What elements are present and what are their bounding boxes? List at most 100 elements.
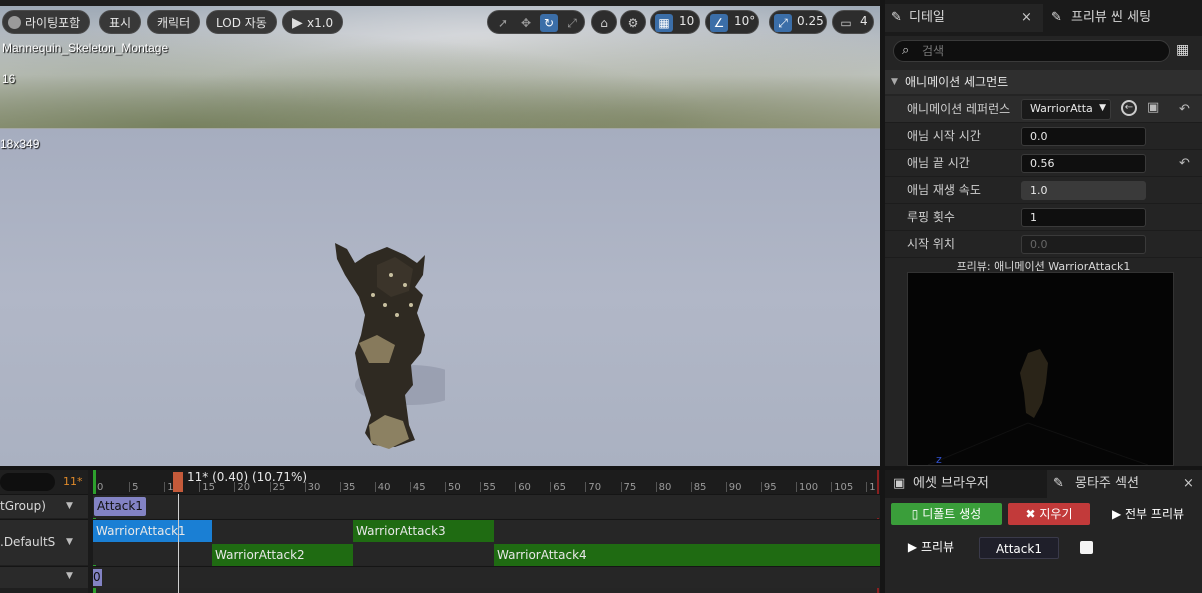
slot-track[interactable]: WarriorAttack1 WarriorAttack3 WarriorAtt… — [93, 519, 880, 566]
ruler-tick — [480, 482, 482, 492]
track-row-default-slot[interactable]: .DefaultS ▼ — [0, 519, 88, 565]
clear-button[interactable]: ✖ 지우기 — [1008, 503, 1090, 525]
section-title: 애니메이션 세그먼트 — [905, 75, 1009, 89]
rotation-value: 10° — [734, 14, 756, 28]
lod-label: LOD 자동 — [216, 16, 267, 30]
search-input[interactable]: ⌕ 검색 — [893, 40, 1170, 62]
viewport[interactable]: 라이팅포함 표시 캐릭터 LOD 자동 ▶ x1.0 ➚ ✥ ↻ ⤢ ⌂ ⚙ ▦… — [0, 0, 880, 466]
preview-button[interactable]: ▶ 프리뷰 — [901, 536, 961, 558]
camera-value: 4 — [860, 14, 868, 28]
prop-label: 루핑 횟수 — [907, 210, 955, 224]
loop-count-input[interactable]: 1 — [1021, 208, 1146, 227]
character-label: 캐릭터 — [157, 16, 191, 30]
view-options-icon[interactable]: ▦ — [1176, 42, 1189, 58]
timeline-tracks[interactable]: 0510152025303540455055606570758085909510… — [93, 470, 880, 593]
preview-all-button[interactable]: ▶ 전부 프리뷰 — [1105, 503, 1191, 525]
reset-icon[interactable]: ↶ — [1179, 102, 1190, 117]
section-checkbox[interactable] — [1080, 541, 1093, 554]
show-label: 표시 — [109, 16, 132, 30]
scale-snap[interactable]: ⤢ 0.25 — [769, 10, 827, 34]
playhead-handle[interactable] — [173, 472, 183, 492]
frame-text: 16 — [2, 72, 16, 86]
asset-browser-icon: ▣ — [893, 476, 906, 491]
reset-icon[interactable]: ↶ — [1179, 156, 1190, 171]
clip-warrior-attack1[interactable]: WarriorAttack1 — [93, 520, 212, 542]
ruler-tick — [550, 482, 552, 492]
browse-folder-icon[interactable]: ▣ — [1147, 100, 1159, 115]
tab-preview-scene[interactable]: ✎ 프리뷰 씬 세팅 — [1047, 4, 1202, 32]
section-header[interactable]: ▼ 애니메이션 세그먼트 — [885, 70, 1202, 94]
grid-snap[interactable]: ▦ 10 — [650, 10, 700, 34]
lighting-label: 라이팅포함 — [25, 16, 81, 30]
surface-snap-toggle[interactable]: ⚙ — [620, 10, 646, 34]
ruler-tick — [585, 482, 587, 492]
show-button[interactable]: 표시 — [99, 10, 142, 34]
track-label: tGroup) — [0, 499, 46, 513]
track-search-input[interactable] — [0, 473, 55, 491]
clip-warrior-attack2[interactable]: WarriorAttack2 — [212, 544, 353, 566]
ruler-tick — [409, 482, 411, 492]
section-track[interactable]: Attack1 — [93, 494, 880, 518]
world-local-toggle[interactable]: ⌂ — [591, 10, 617, 34]
section-clip-attack1[interactable]: Attack1 — [94, 497, 146, 516]
character-model[interactable] — [325, 235, 445, 455]
preview-label: 프리뷰 — [920, 540, 955, 554]
prop-row-start-time: 애님 시작 시간 0.0 — [885, 123, 1202, 150]
chevron-down-icon[interactable]: ▼ — [66, 537, 73, 547]
ruler-tick — [866, 482, 868, 492]
clip-warrior-attack4[interactable]: WarriorAttack4 — [494, 544, 880, 566]
play-speed-label: x1.0 — [307, 16, 334, 30]
character-button[interactable]: 캐릭터 — [147, 10, 201, 34]
end-time-input[interactable]: 0.56 — [1021, 154, 1146, 173]
frame-counter: 11* — [63, 475, 83, 488]
playhead-label: 11* (0.40) (10.71%) — [187, 470, 308, 484]
rotate-icon[interactable]: ↻ — [540, 14, 558, 32]
ruler-tick — [339, 482, 341, 492]
collapse-arrow-icon: ▼ — [891, 77, 898, 87]
ruler-tick — [129, 482, 131, 492]
tab-details[interactable]: ✎ 디테일 × — [885, 4, 1043, 32]
playhead-line — [178, 494, 179, 593]
section-name-button[interactable]: Attack1 — [979, 537, 1059, 559]
tab-asset-browser-label: 에셋 브라우저 — [913, 476, 989, 491]
scale-icon[interactable]: ⤢ — [563, 14, 581, 32]
tab-montage-sections[interactable]: ✎ 몽타주 섹션 × — [1047, 470, 1202, 498]
search-icon: ⌕ — [902, 43, 910, 58]
tab-details-label: 디테일 — [909, 10, 945, 25]
animation-preview[interactable]: z — [907, 272, 1174, 466]
asset-name-text: Mannequin_Skeleton_Montage — [2, 41, 169, 55]
start-time-input[interactable]: 0.0 — [1021, 127, 1146, 146]
chevron-down-icon[interactable]: ▼ — [66, 501, 73, 511]
create-default-button[interactable]: ▯ 디폴트 생성 — [891, 503, 1002, 525]
track-row-notifies[interactable]: ▼ — [0, 566, 88, 588]
clip-warrior-attack3[interactable]: WarriorAttack3 — [353, 520, 494, 542]
close-icon[interactable]: × — [1183, 470, 1194, 498]
ruler-tick-label: 55 — [483, 482, 496, 493]
notify-marker[interactable]: 0 — [93, 569, 102, 586]
anim-reference-dropdown[interactable]: WarriorAtta ▼ — [1021, 99, 1111, 120]
play-rate-input[interactable]: 1.0 — [1021, 181, 1146, 200]
pencil-icon: ✎ — [1053, 476, 1064, 491]
use-selected-icon[interactable]: ← — [1121, 100, 1137, 116]
prop-label: 애님 시작 시간 — [907, 129, 981, 143]
ruler-tick — [374, 482, 376, 492]
notify-track[interactable]: 0 — [93, 566, 880, 588]
move-icon[interactable]: ✥ — [517, 14, 535, 32]
select-icon[interactable]: ➚ — [494, 14, 512, 32]
lighting-button[interactable]: 라이팅포함 — [2, 10, 91, 34]
ruler-tick-label: 35 — [342, 482, 356, 493]
lod-button[interactable]: LOD 자동 — [206, 10, 277, 34]
pencil-icon: ✎ — [891, 10, 902, 25]
details-panel: ✎ 디테일 × ✎ 프리뷰 씬 세팅 ⌕ 검색 ▦ ▼ 애니메이션 세그먼트 애… — [885, 0, 1202, 466]
clear-label: 지우기 — [1039, 507, 1073, 521]
track-row-montage-group[interactable]: tGroup) ▼ — [0, 494, 88, 518]
prop-label: 애님 끝 시간 — [907, 156, 970, 170]
close-icon[interactable]: × — [1021, 4, 1032, 32]
play-speed-button[interactable]: ▶ x1.0 — [282, 10, 344, 34]
rotation-snap[interactable]: ∠ 10° — [705, 10, 759, 34]
chevron-down-icon[interactable]: ▼ — [66, 571, 73, 581]
grid-icon: ▦ — [655, 14, 673, 32]
camera-speed[interactable]: ▭ 4 — [832, 10, 874, 34]
tab-asset-browser[interactable]: ▣ 에셋 브라우저 — [885, 470, 1043, 498]
ruler-tick — [515, 482, 517, 492]
